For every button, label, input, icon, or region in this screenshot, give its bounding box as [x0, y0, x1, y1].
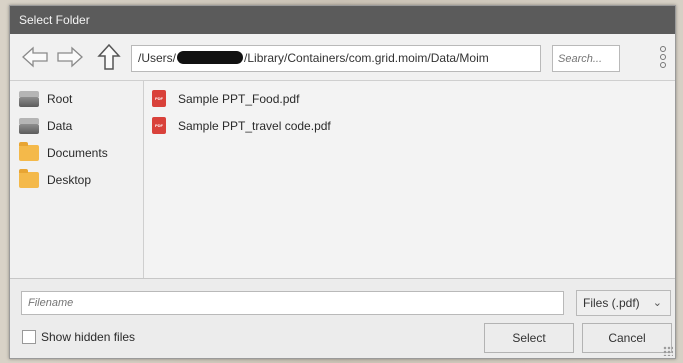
show-hidden-label: Show hidden files — [41, 330, 136, 344]
checkbox[interactable] — [22, 330, 36, 344]
sidebar-item-label: Root — [47, 91, 73, 106]
chevron-down-icon: ⌄ — [652, 297, 662, 309]
sidebar-item-data[interactable]: Data — [10, 112, 143, 139]
sidebar-item-label: Documents — [47, 145, 108, 160]
sidebar-item-documents[interactable]: Documents — [10, 139, 143, 166]
path-field[interactable]: /Users/ /Library/Containers/com.grid.moim… — [131, 45, 541, 72]
drive-icon — [19, 117, 39, 134]
show-hidden-files-toggle[interactable]: Show hidden files — [22, 330, 135, 344]
file-list: Sample PPT_Food.pdf Sample PPT_travel co… — [144, 80, 675, 278]
file-name: Sample PPT_travel code.pdf — [178, 118, 331, 133]
file-item[interactable]: Sample PPT_Food.pdf — [144, 85, 675, 112]
file-type-value: Files (.pdf) — [583, 296, 640, 310]
select-folder-dialog: Select Folder /Users/ /Library/Containers… — [9, 5, 676, 359]
cancel-button[interactable]: Cancel — [582, 323, 672, 353]
back-arrow-icon[interactable] — [20, 42, 50, 72]
file-item[interactable]: Sample PPT_travel code.pdf — [144, 112, 675, 139]
folder-icon — [19, 168, 39, 188]
sidebar-item-label: Desktop — [47, 172, 92, 187]
more-options-icon[interactable] — [656, 44, 670, 74]
forward-arrow-icon[interactable] — [55, 42, 85, 72]
select-button[interactable]: Select — [484, 323, 574, 353]
file-type-select[interactable]: Files (.pdf) ⌄ — [576, 290, 671, 316]
path-prefix: /Users/ — [138, 51, 177, 65]
drive-icon — [19, 90, 39, 107]
search-input[interactable] — [552, 45, 620, 72]
dialog-title: Select Folder — [10, 6, 675, 34]
folder-icon — [19, 141, 39, 161]
sidebar-item-desktop[interactable]: Desktop — [10, 166, 143, 193]
resize-grip-icon[interactable] — [663, 346, 673, 356]
pdf-icon — [152, 117, 166, 134]
sidebar-item-root[interactable]: Root — [10, 85, 143, 112]
up-arrow-icon[interactable] — [94, 42, 124, 72]
filename-input[interactable] — [21, 291, 564, 315]
redaction-mark — [177, 51, 244, 64]
path-suffix: /Library/Containers/com.grid.moim/Data/M… — [244, 51, 489, 65]
toolbar: /Users/ /Library/Containers/com.grid.moim… — [10, 34, 675, 80]
sidebar-item-label: Data — [47, 118, 73, 133]
pdf-icon — [152, 90, 166, 107]
footer: Files (.pdf) ⌄ Show hidden files Select … — [10, 278, 675, 358]
sidebar: Root Data Documents Desktop — [10, 80, 144, 278]
file-name: Sample PPT_Food.pdf — [178, 91, 300, 106]
